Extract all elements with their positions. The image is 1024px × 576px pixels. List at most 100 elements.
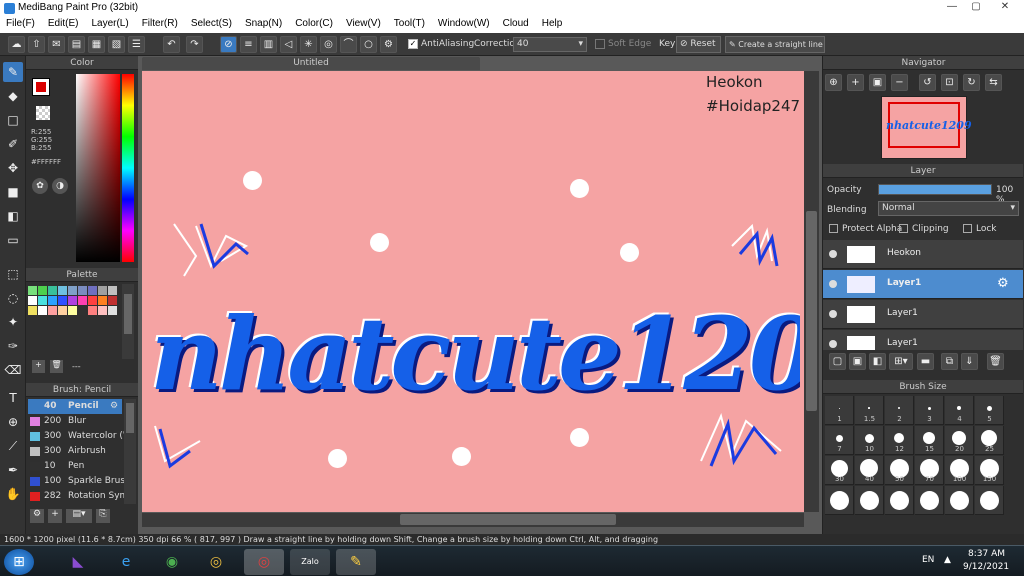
protect-alpha-checkbox[interactable] <box>829 224 838 233</box>
move-tool-icon[interactable]: ✥ <box>3 158 23 178</box>
brush-size-cell[interactable]: 5 <box>975 396 1004 425</box>
palette-swatch[interactable] <box>88 296 97 305</box>
share-icon[interactable]: ⇧ <box>28 36 45 53</box>
menu-layer[interactable]: Layer(L) <box>85 17 135 33</box>
brush-size-cell[interactable] <box>975 486 1004 515</box>
brush-size-cell[interactable] <box>825 486 854 515</box>
brush-size-cell[interactable]: 150 <box>975 456 1004 485</box>
radial-snap-icon[interactable]: ✳ <box>300 36 317 53</box>
select-eraser-icon[interactable]: ⌫ <box>3 360 23 380</box>
layer-add-menu-icon[interactable]: ⊞▾ <box>889 353 913 370</box>
comment-icon[interactable]: ✉ <box>48 36 65 53</box>
palette-swatch[interactable] <box>78 306 87 315</box>
minimize-button[interactable]: — <box>940 0 964 14</box>
bucket-tool-icon[interactable]: ◧ <box>3 206 23 226</box>
start-button-icon[interactable]: ⊞ <box>4 549 34 575</box>
delete-layer-icon[interactable]: 🗑 <box>987 353 1004 370</box>
brush-item[interactable]: 300 Airbrush <box>28 444 122 459</box>
palette-swatch[interactable] <box>88 306 97 315</box>
brush-size-cell[interactable] <box>945 486 974 515</box>
delete-color-icon[interactable]: 🗑 <box>50 360 63 373</box>
brush-size-cell[interactable]: 4 <box>945 396 974 425</box>
lasso-tool-icon[interactable]: ◌ <box>3 288 23 308</box>
palette-swatch[interactable] <box>48 286 57 295</box>
circle-snap-icon[interactable]: ○ <box>360 36 377 53</box>
eye-icon[interactable] <box>829 280 837 288</box>
palette-swatch[interactable] <box>28 296 37 305</box>
palette-swatch[interactable] <box>98 306 107 315</box>
primary-color-swatch[interactable] <box>32 78 50 96</box>
palette-swatch[interactable] <box>88 286 97 295</box>
antialiasing-checkbox[interactable]: ✓ <box>408 39 418 49</box>
brush-size-cell[interactable]: 40 <box>855 456 884 485</box>
tray-arrow-icon[interactable]: ▲ <box>944 555 951 565</box>
brush-size-cell[interactable]: 15 <box>915 426 944 455</box>
merge-down-icon[interactable]: ⇓ <box>961 353 978 370</box>
palette-swatch[interactable] <box>108 306 117 315</box>
brush-item[interactable]: 200 Blur <box>28 414 122 429</box>
medibang-icon[interactable]: ✎ <box>336 549 376 575</box>
eye-icon[interactable] <box>829 310 837 318</box>
actual-size-icon[interactable]: ▣ <box>869 74 886 91</box>
brush-copy-icon[interactable]: ⎘ <box>96 509 110 523</box>
folder-icon[interactable]: ▬ <box>917 353 934 370</box>
soft-edge-checkbox[interactable] <box>595 39 605 49</box>
brush-size-cell[interactable]: 12 <box>885 426 914 455</box>
reset-button[interactable]: ⊘ Reset <box>676 36 721 53</box>
brush-settings-icon[interactable]: ⚙ <box>30 509 44 523</box>
menu-filter[interactable]: Filter(R) <box>136 17 185 33</box>
palette-swatch[interactable] <box>58 296 67 305</box>
brush-item[interactable]: 282 Rotation Sym <box>28 489 124 504</box>
concentric-snap-icon[interactable]: ◎ <box>320 36 337 53</box>
note-icon[interactable]: ▤ <box>68 36 85 53</box>
select-tool-icon[interactable]: ⬚ <box>3 264 23 284</box>
flip-icon[interactable]: ⇆ <box>985 74 1002 91</box>
menu-cloud[interactable]: Cloud <box>497 17 536 33</box>
layer-row[interactable]: Heokon <box>823 240 1023 269</box>
brush-size-cell[interactable]: 1 <box>825 396 854 425</box>
duplicate-layer-icon[interactable]: ⧉ <box>941 353 958 370</box>
layer-row[interactable]: Layer1 <box>823 330 1023 350</box>
canvas-vertical-scrollbar[interactable] <box>804 71 819 512</box>
list-icon[interactable]: ☰ <box>128 36 145 53</box>
palette-swatch[interactable] <box>108 296 117 305</box>
palette-swatch[interactable] <box>38 296 47 305</box>
new-8bit-layer-icon[interactable]: ◧ <box>869 353 886 370</box>
eye-icon[interactable] <box>829 250 837 258</box>
secondary-color-swatch[interactable] <box>36 106 50 120</box>
hue-slider[interactable] <box>122 74 134 262</box>
palette-icon[interactable]: ✿ <box>32 178 48 194</box>
curve-snap-icon[interactable]: ⌒ <box>340 36 357 53</box>
brush-item[interactable]: 10 Pen <box>28 459 122 474</box>
brush-size-cell[interactable]: 30 <box>825 456 854 485</box>
drawing-canvas[interactable]: Heokon #Hoidap247 nhatcute1209 <box>142 71 804 512</box>
operation-tool-icon[interactable]: ⊕ <box>3 412 23 432</box>
palette-swatch[interactable] <box>58 286 67 295</box>
palette-swatch[interactable] <box>68 296 77 305</box>
clipping-checkbox[interactable] <box>899 224 908 233</box>
brush-size-cell[interactable] <box>855 486 884 515</box>
internet-explorer-icon[interactable]: e <box>106 549 146 575</box>
parallel-snap-icon[interactable]: ≡ <box>240 36 257 53</box>
fill-rect-tool-icon[interactable]: ■ <box>3 182 23 202</box>
opacity-slider[interactable] <box>878 184 992 195</box>
grid-snap-icon[interactable]: ▥ <box>260 36 277 53</box>
correction-select[interactable]: 40 ▾ <box>513 37 587 52</box>
eye-icon[interactable] <box>829 340 837 348</box>
palette-swatch[interactable] <box>38 306 47 315</box>
palette-swatch[interactable] <box>78 296 87 305</box>
chrome-canary-icon[interactable]: ◎ <box>244 549 284 575</box>
undo-icon[interactable]: ↶ <box>163 36 180 53</box>
menu-tool[interactable]: Tool(T) <box>388 17 432 33</box>
palette-swatch[interactable] <box>98 296 107 305</box>
new-halftone-layer-icon[interactable]: ▣ <box>849 353 866 370</box>
palette-swatch[interactable] <box>38 286 47 295</box>
magic-wand-icon[interactable]: ✦ <box>3 312 23 332</box>
document-tab[interactable]: Untitled <box>142 57 480 70</box>
palette-swatch[interactable] <box>48 296 57 305</box>
palette-swatch[interactable] <box>48 306 57 315</box>
template-icon[interactable]: ▧ <box>108 36 125 53</box>
brush-size-cell[interactable]: 50 <box>885 456 914 485</box>
rectangle-tool-icon[interactable]: □ <box>3 110 23 130</box>
brush-settings-icon[interactable]: ⚙ <box>110 399 118 414</box>
